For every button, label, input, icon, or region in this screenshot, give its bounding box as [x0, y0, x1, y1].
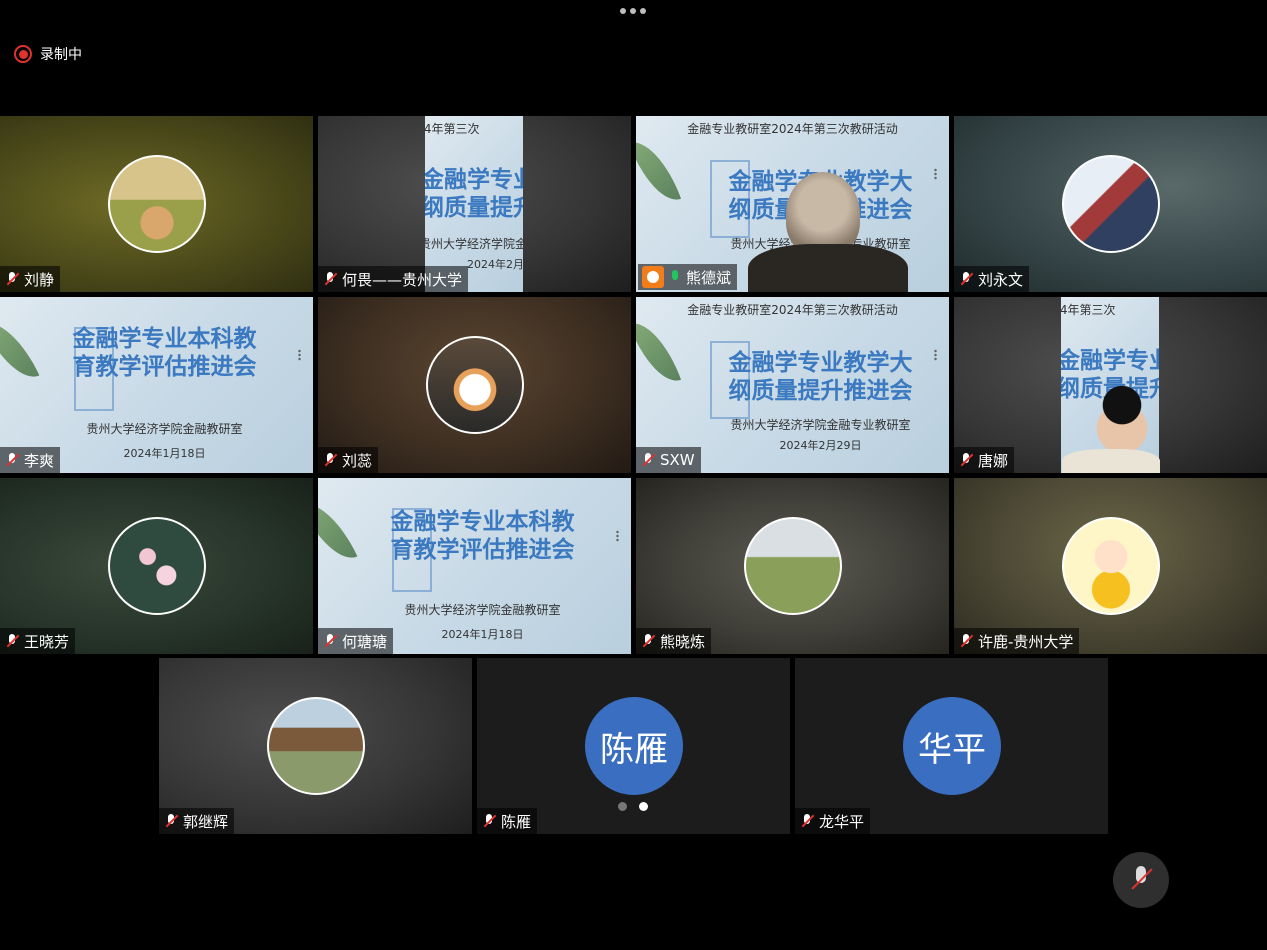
participant-tile[interactable]: 许鹿-贵州大学: [954, 478, 1267, 654]
mic-muted-icon: [958, 271, 974, 287]
participant-avatar: [108, 155, 206, 253]
mic-muted-icon: [958, 633, 974, 649]
participant-tile[interactable]: 刘蕊: [318, 297, 631, 473]
participant-name: 熊德斌: [686, 268, 732, 287]
participant-tile[interactable]: 教研室2024年第三次 金融学专业 纲质量提升 贵州大学经济学院金 2024年2…: [318, 116, 631, 292]
participant-name: 刘永文: [978, 270, 1024, 289]
participant-name: 郭继辉: [183, 812, 229, 831]
participant-nametag: 刘静: [0, 266, 61, 292]
participant-avatar: [744, 517, 842, 615]
participant-tile[interactable]: 王晓芳: [0, 478, 313, 654]
participant-tile[interactable]: 刘静: [0, 116, 313, 292]
participant-nametag: 何畏——贵州大学: [318, 266, 469, 292]
slide-title: 金融学专业本科教: [390, 509, 575, 535]
mic-muted-icon: [322, 271, 338, 287]
participant-tile[interactable]: 熊晓炼: [636, 478, 949, 654]
slide-title: 育教学评估推进会: [390, 537, 575, 563]
slide-title: 金融学专业: [425, 167, 523, 193]
recording-indicator: 录制中: [14, 44, 82, 64]
participant-avatar: [108, 517, 206, 615]
slide-title: 金融学专业本科教: [72, 326, 257, 352]
meeting-stage: 录制中 刘静 教研室2024年第三次 金融学专业 纲质量提升 贵州大学经济学院金…: [0, 0, 1267, 950]
participant-name: 何瑭瑭: [342, 632, 388, 651]
participant-avatar: [1062, 517, 1160, 615]
participant-nametag: 熊德斌: [638, 264, 738, 290]
participant-name: SXW: [660, 451, 695, 469]
record-icon: [14, 45, 32, 63]
page-dot[interactable]: [618, 802, 627, 811]
participant-tile[interactable]: 金融学专业本科教 育教学评估推进会 贵州大学经济学院金融教研室 2024年1月1…: [318, 478, 631, 654]
mic-muted-icon: [4, 452, 20, 468]
mic-muted-icon: [1130, 866, 1152, 894]
participant-nametag: 郭继辉: [159, 808, 235, 834]
mic-muted-icon: [322, 633, 338, 649]
participant-video: [1062, 449, 1160, 473]
participant-nametag: 龙华平: [795, 808, 871, 834]
participant-tile[interactable]: 金融学专业本科教 育教学评估推进会 贵州大学经济学院金融教研室 2024年1月1…: [0, 297, 313, 473]
page-dot-current[interactable]: [639, 802, 648, 811]
participant-avatar-initials: 华平: [903, 697, 1001, 795]
participant-nametag: SXW: [636, 447, 701, 473]
mic-active-icon: [668, 269, 682, 285]
mic-muted-icon: [4, 633, 20, 649]
participant-avatar: [1062, 155, 1160, 253]
participant-nametag: 熊晓炼: [636, 628, 712, 654]
more-options-icon[interactable]: [620, 8, 646, 14]
participant-name: 李爽: [24, 451, 55, 470]
host-icon: [642, 266, 664, 288]
participant-nametag: 王晓芳: [0, 628, 76, 654]
mic-muted-icon: [640, 633, 656, 649]
slide-title: 育教学评估推进会: [72, 354, 257, 380]
participant-tile-active-speaker[interactable]: 金融专业教研室2024年第三次教研活动 金融学专业教学大 纲质量提升推进会 贵州…: [636, 116, 949, 292]
mic-muted-icon: [958, 452, 974, 468]
speaker-video: [748, 244, 908, 292]
participant-nametag: 许鹿-贵州大学: [954, 628, 1080, 654]
mic-muted-icon: [481, 813, 497, 829]
slide-title: 金融学专业: [1061, 348, 1159, 374]
participant-avatar-initials: 陈雁: [585, 697, 683, 795]
participant-name: 刘静: [24, 270, 55, 289]
mic-muted-icon: [640, 452, 656, 468]
participant-name: 龙华平: [819, 812, 865, 831]
participant-tile[interactable]: 郭继辉: [159, 658, 472, 834]
slide-title: 纲质量提升: [425, 195, 523, 221]
participant-tile[interactable]: 教研室2024年第三次 金融学专业 纲质量提升 唐娜: [954, 297, 1267, 473]
participant-avatar: [267, 697, 365, 795]
mic-muted-icon: [163, 813, 179, 829]
participant-name: 刘蕊: [342, 451, 373, 470]
participant-nametag: 刘永文: [954, 266, 1030, 292]
participant-nametag: 何瑭瑭: [318, 628, 394, 654]
slide-title: 金融学专业教学大: [728, 350, 913, 376]
participant-avatar: [426, 336, 524, 434]
participant-tile[interactable]: 金融专业教研室2024年第三次教研活动 金融学专业教学大 纲质量提升推进会 贵州…: [636, 297, 949, 473]
participant-name: 许鹿-贵州大学: [978, 632, 1074, 651]
slide-title: 纲质量提升推进会: [728, 378, 913, 404]
participant-name: 陈雁: [501, 812, 532, 831]
participant-nametag: 刘蕊: [318, 447, 379, 473]
page-indicator[interactable]: [618, 802, 648, 811]
participant-tile[interactable]: 华平 龙华平: [795, 658, 1108, 834]
mic-muted-icon: [799, 813, 815, 829]
participant-nametag: 李爽: [0, 447, 61, 473]
participant-name: 熊晓炼: [660, 632, 706, 651]
recording-label: 录制中: [40, 47, 82, 63]
participant-tile[interactable]: 刘永文: [954, 116, 1267, 292]
mute-toggle-button[interactable]: [1113, 852, 1169, 908]
participant-name: 唐娜: [978, 451, 1009, 470]
mic-muted-icon: [322, 452, 338, 468]
mic-muted-icon: [4, 271, 20, 287]
participant-nametag: 唐娜: [954, 447, 1015, 473]
participant-name: 王晓芳: [24, 632, 70, 651]
participant-nametag: 陈雁: [477, 808, 538, 834]
participant-name: 何畏——贵州大学: [342, 270, 463, 289]
